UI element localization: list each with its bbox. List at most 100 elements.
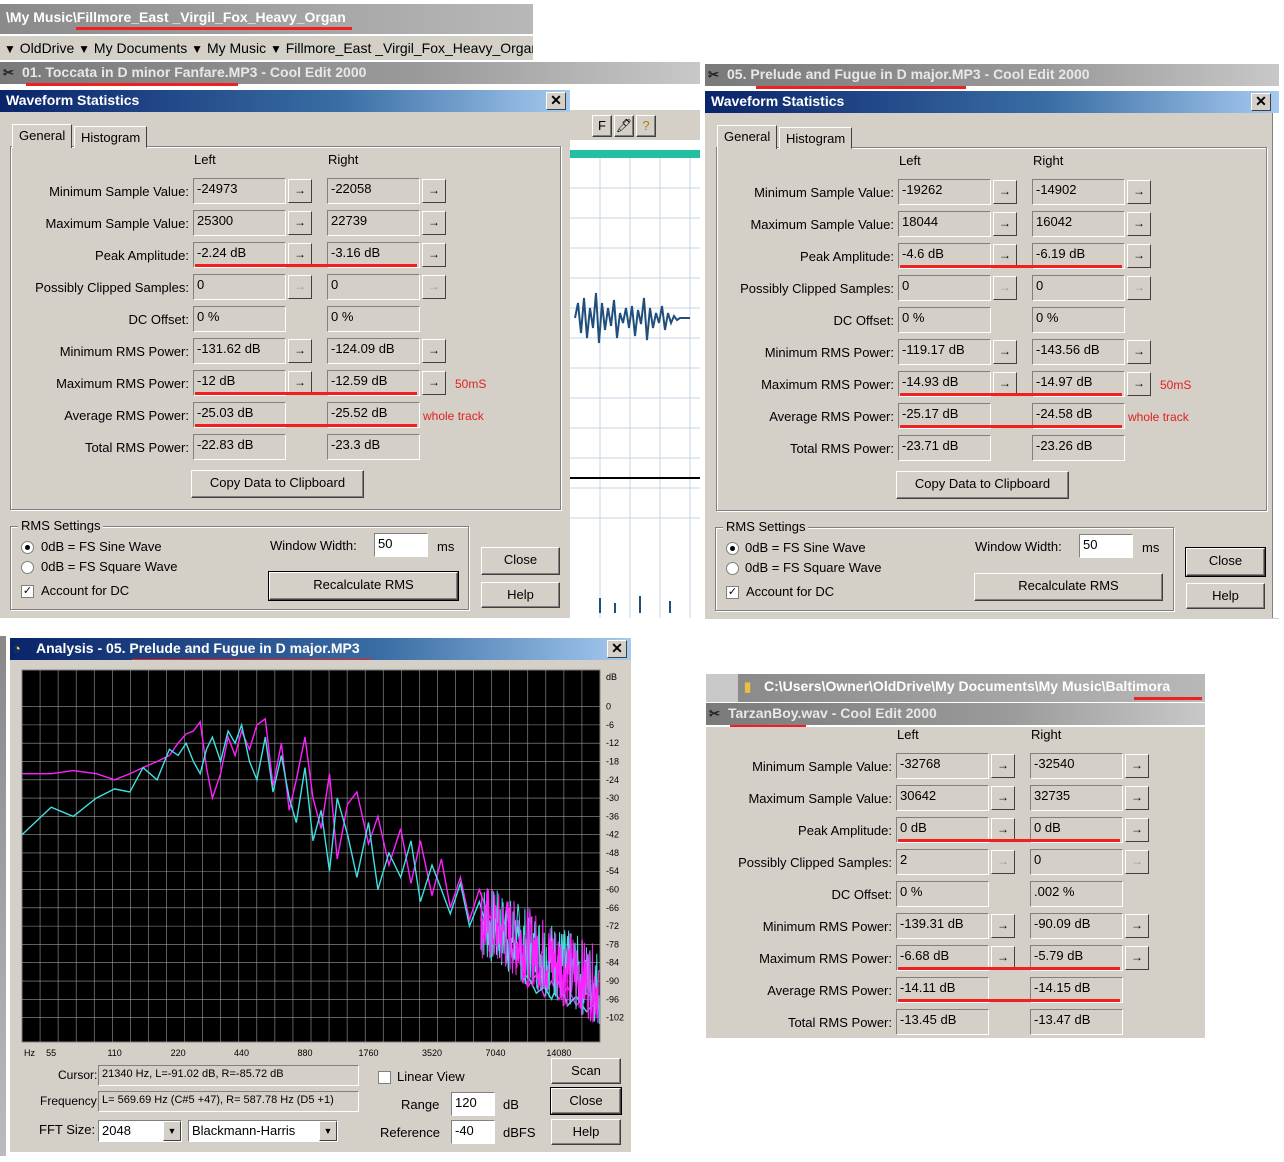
goto-arrow-icon[interactable]: → [1125,946,1149,970]
goto-arrow-icon[interactable]: → [993,340,1017,364]
radio-sine-wave[interactable] [21,541,34,554]
goto-arrow-icon[interactable]: → [991,786,1015,810]
dropdown-icon[interactable]: ▼ [4,42,16,56]
goto-arrow-icon[interactable]: → [1125,786,1149,810]
goto-arrow-icon[interactable]: → [422,179,446,203]
label-total-rms-power: Total RMS Power: [789,441,894,456]
close-button[interactable]: Close [550,1087,622,1115]
x-tick-label: 55 [46,1048,56,1058]
reference-input[interactable]: -40 [451,1120,495,1144]
left-maximum-sample-value: 25300 [193,210,286,236]
y-unit-label: dB [606,672,617,682]
goto-arrow-icon[interactable]: → [993,212,1017,236]
y-tick-label: -90 [606,976,619,986]
fft-size-label: FFT Size: [39,1122,96,1137]
goto-arrow-icon[interactable]: → [1127,212,1151,236]
app-title-name: 01. Toccata in D minor Fanfare.MP3 [22,64,258,80]
goto-arrow-icon[interactable]: → [1127,340,1151,364]
copy-data-button[interactable]: Copy Data to Clipboard [191,470,364,498]
goto-arrow-icon[interactable]: → [1125,914,1149,938]
account-dc-checkbox[interactable]: ✓ [21,585,34,598]
dropdown-icon[interactable]: ▼ [191,42,203,56]
frequency-analysis-chart[interactable]: 0 -6 -12 -18 -24 -30 -36 -42 -48 -54 -60 -66 -72 -78 -… [18,666,630,1060]
linear-view-label: Linear View [397,1069,465,1084]
y-tick-label: -18 [606,756,619,766]
tab-histogram[interactable]: Histogram [779,127,853,149]
right-maximum-sample-value: 32735 [1030,785,1123,811]
right-minimum-sample-value: -32540 [1030,753,1123,779]
dropdown-icon[interactable]: ▼ [163,1121,181,1141]
toolbar-tool-icon[interactable]: 🖊 [614,115,634,137]
analysis-left-strip [0,636,6,1156]
radio-sine-label: 0dB = FS Sine Wave [745,540,866,555]
scan-button[interactable]: Scan [551,1058,621,1084]
tab-histogram[interactable]: Histogram [74,126,148,148]
radio-square-label: 0dB = FS Square Wave [41,559,178,574]
goto-arrow-icon[interactable]: → [1125,850,1149,874]
breadcrumb-my-documents[interactable]: My Documents [94,40,187,56]
breadcrumb-olddrive[interactable]: OldDrive [20,40,74,56]
help-button[interactable]: Help [551,1119,621,1145]
range-input[interactable]: 120 [451,1092,495,1116]
red-underline [898,839,1120,842]
goto-arrow-icon[interactable]: → [1125,818,1149,842]
goto-arrow-icon[interactable]: → [1127,372,1151,396]
dropdown-icon[interactable]: ▼ [78,42,90,56]
window-function-select[interactable]: Blackmann-Harris ▼ [188,1120,338,1142]
goto-arrow-icon[interactable]: → [991,850,1015,874]
close-button[interactable]: Close [1185,547,1266,577]
goto-arrow-icon[interactable]: → [1127,180,1151,204]
y-tick-label: -30 [606,793,619,803]
y-tick-label: -78 [606,939,619,949]
close-icon[interactable]: ✕ [546,92,566,110]
goto-arrow-icon[interactable]: → [288,339,312,363]
path-folder: Baltimora [1105,678,1171,694]
goto-arrow-icon[interactable]: → [288,211,312,235]
goto-arrow-icon[interactable]: → [993,276,1017,300]
recalculate-rms-button[interactable]: Recalculate RMS [974,573,1163,601]
dropdown-icon[interactable]: ▼ [319,1121,337,1141]
close-icon[interactable]: ✕ [1251,93,1271,111]
cool-edit-icon: ✂ [708,67,719,82]
goto-arrow-icon[interactable]: → [993,180,1017,204]
fft-size-select[interactable]: 2048 ▼ [98,1120,182,1142]
breadcrumb-my-music[interactable]: My Music [207,40,266,56]
path-edge [706,674,738,702]
copy-data-button[interactable]: Copy Data to Clipboard [896,471,1069,499]
goto-arrow-icon[interactable]: → [288,275,312,299]
goto-arrow-icon[interactable]: → [422,339,446,363]
goto-arrow-icon[interactable]: → [422,243,446,267]
recalculate-rms-button[interactable]: Recalculate RMS [268,571,459,601]
breadcrumb-folder[interactable]: Fillmore_East _Virgil_Fox_Heavy_Organ [286,40,533,56]
tab-general[interactable]: General [12,124,73,148]
goto-arrow-icon[interactable]: → [991,754,1015,778]
account-dc-checkbox[interactable]: ✓ [726,586,739,599]
goto-arrow-icon[interactable]: → [288,179,312,203]
goto-arrow-icon[interactable]: → [1127,244,1151,268]
close-icon[interactable]: ✕ [607,640,627,658]
linear-view-checkbox[interactable] [378,1071,391,1084]
help-button[interactable]: Help [1186,583,1265,609]
help-button[interactable]: Help [481,582,560,608]
goto-arrow-icon[interactable]: → [422,275,446,299]
goto-arrow-icon[interactable]: → [422,371,446,395]
frequency-readout: L= 569.69 Hz (C#5 +47), R= 587.78 Hz (D5… [98,1091,359,1112]
y-tick-label: -48 [606,848,619,858]
goto-arrow-icon[interactable]: → [1127,276,1151,300]
window-width-input[interactable]: 50 [374,533,428,557]
radio-sine-wave[interactable] [726,542,739,555]
goto-arrow-icon[interactable]: → [991,914,1015,938]
radio-square-wave[interactable] [21,561,34,574]
toolbar-f-button[interactable]: F [592,115,612,137]
left-possibly-clipped-samples: 0 [193,274,286,300]
dropdown-icon[interactable]: ▼ [270,42,282,56]
label-maximum-sample-value: Maximum Sample Value: [750,217,894,232]
radio-square-wave[interactable] [726,562,739,575]
tab-general[interactable]: General [717,125,778,149]
goto-arrow-icon[interactable]: → [1125,754,1149,778]
goto-arrow-icon[interactable]: → [422,211,446,235]
window-width-input[interactable]: 50 [1079,534,1133,558]
help-icon[interactable]: ? [636,115,656,137]
close-button[interactable]: Close [481,547,560,575]
app-title-suffix: - Cool Edit 2000 [257,64,367,80]
